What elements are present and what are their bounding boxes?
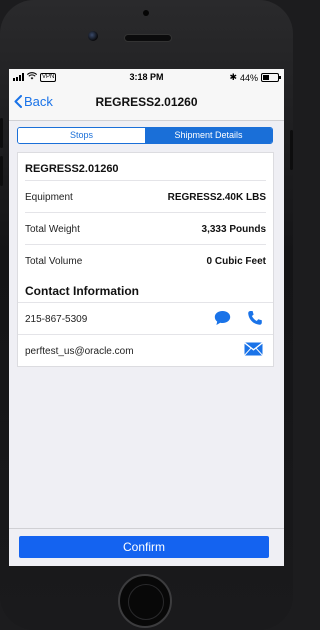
tab-shipment-details[interactable]: Shipment Details: [145, 128, 272, 143]
status-right: ✱ 44%: [229, 72, 281, 83]
contact-row-phone: 215-867-5309: [18, 302, 273, 335]
detail-value: 3,333 Pounds: [201, 224, 266, 235]
volume-up-button: [0, 118, 3, 148]
detail-row-equipment: Equipment REGRESS2.40K LBS: [25, 180, 266, 213]
message-icon[interactable]: [214, 310, 231, 329]
battery-fill: [263, 75, 269, 80]
segmented-control: Stops Shipment Details: [17, 127, 273, 144]
battery-percent: 44%: [239, 72, 258, 83]
confirm-button[interactable]: Confirm: [19, 536, 269, 558]
detail-row-total-volume: Total Volume 0 Cubic Feet: [25, 244, 266, 277]
mail-icon[interactable]: [244, 342, 263, 359]
top-sensor: [143, 10, 149, 16]
detail-label: Total Volume: [25, 256, 83, 267]
email-address: perftest_us@oracle.com: [25, 346, 134, 357]
screen: VPN 3:18 PM ✱ 44% Back REGRESS2.01260 St…: [9, 69, 284, 566]
detail-label: Total Weight: [25, 224, 80, 235]
tab-stops[interactable]: Stops: [18, 128, 145, 143]
volume-down-button: [0, 156, 3, 186]
contact-row-email: perftest_us@oracle.com: [18, 334, 273, 367]
detail-value: 0 Cubic Feet: [206, 256, 266, 267]
detail-value: REGRESS2.40K LBS: [167, 192, 266, 203]
front-camera: [88, 31, 98, 41]
shipment-details-card: REGRESS2.01260 Equipment REGRESS2.40K LB…: [17, 152, 274, 367]
home-button[interactable]: [118, 574, 172, 628]
power-button: [290, 130, 293, 170]
detail-row-total-weight: Total Weight 3,333 Pounds: [25, 212, 266, 245]
phone-frame: VPN 3:18 PM ✱ 44% Back REGRESS2.01260 St…: [0, 0, 293, 630]
phone-number: 215-867-5309: [25, 314, 88, 325]
detail-label: Equipment: [25, 192, 73, 203]
status-bar: VPN 3:18 PM ✱ 44%: [9, 69, 284, 86]
bluetooth-icon: ✱: [229, 72, 237, 82]
battery-icon: [261, 73, 281, 82]
page-title: REGRESS2.01260: [95, 95, 198, 109]
shipment-id: REGRESS2.01260: [25, 163, 119, 175]
phone-icon[interactable]: [247, 310, 263, 329]
navigation-bar: Back REGRESS2.01260: [9, 86, 284, 121]
confirm-bar: Confirm: [9, 528, 284, 566]
earpiece-speaker: [124, 34, 172, 42]
contact-section-title: Contact Information: [25, 284, 139, 298]
